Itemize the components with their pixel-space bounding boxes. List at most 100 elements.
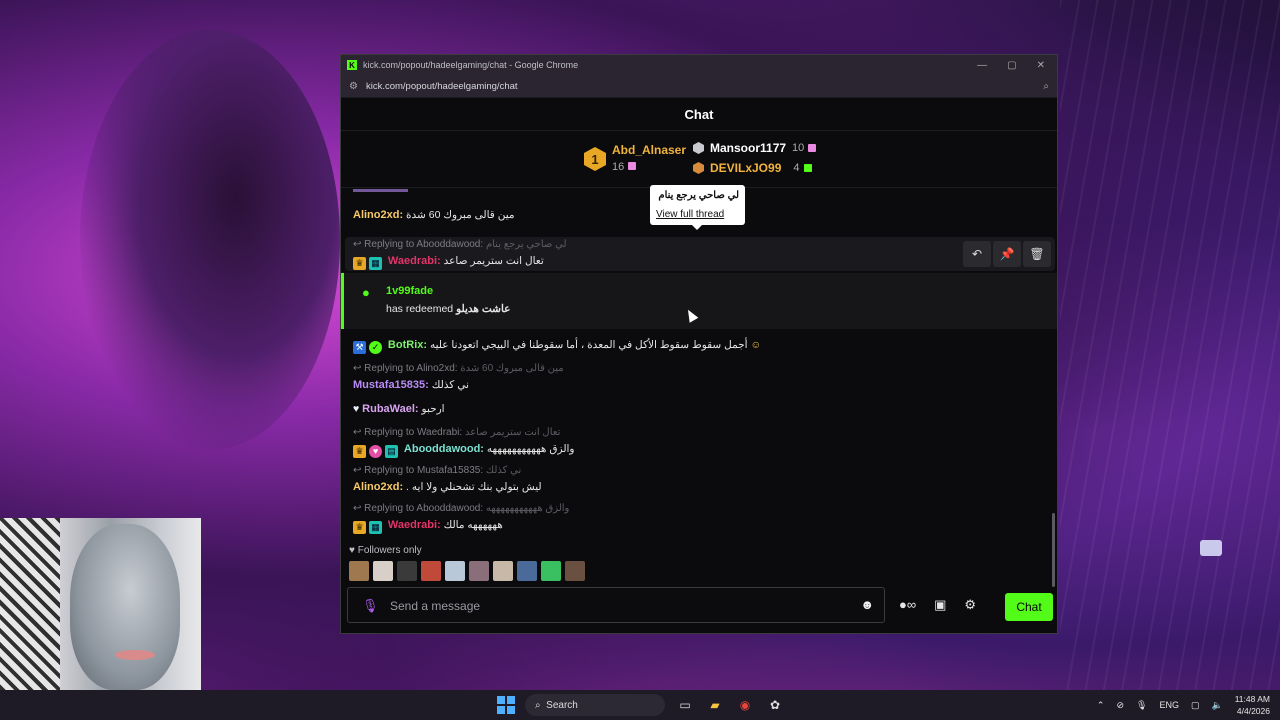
hovered-message-row[interactable]: ↩ Replying to Abooddawood: لي صاحي يرجع …: [345, 237, 1055, 271]
app-icon[interactable]: ✿: [765, 695, 785, 715]
url-text[interactable]: kick.com/popout/hadeelgaming/chat: [366, 81, 518, 92]
leaderboard-third[interactable]: DEVILxJO99 4: [693, 161, 812, 175]
viewer-avatars: [349, 561, 585, 581]
chat-message[interactable]: Alino2xd: مين قالى مبروك 60 شدة: [353, 209, 515, 221]
window-title: kick.com/popout/hadeelgaming/chat - Goog…: [363, 60, 579, 70]
gift-badge-icon: ▤: [385, 445, 398, 458]
view-full-thread-link[interactable]: View full thread: [656, 209, 724, 220]
avatar[interactable]: [541, 561, 561, 581]
chat-scrollbar[interactable]: [1052, 513, 1055, 587]
username[interactable]: Abooddawood:: [404, 443, 484, 455]
message-text: ارحبو: [421, 403, 445, 415]
redeem-message: ● 1v99fade has redeemed عاشت هديلو: [341, 273, 1057, 329]
pin-icon[interactable]: 📌: [993, 241, 1021, 267]
reply-context[interactable]: ↩ Replying to Mustafa15835: ني كذلك: [353, 465, 521, 476]
avatar[interactable]: [469, 561, 489, 581]
heart-badge-icon: ♥: [353, 403, 360, 415]
emoji: ☺: [750, 339, 762, 351]
gift-icon[interactable]: ▣: [934, 597, 946, 613]
reply-text: تعال انت ستريمر صاعد: [464, 427, 561, 438]
taskbar-search[interactable]: ⌕ Search: [525, 694, 665, 716]
avatar[interactable]: [373, 561, 393, 581]
microphone-icon[interactable]: 🎙: [1136, 700, 1147, 711]
avatar[interactable]: [397, 561, 417, 581]
file-explorer-icon[interactable]: ▰: [705, 695, 725, 715]
chrome-icon[interactable]: ◉: [735, 695, 755, 715]
reply-text: ني كذلك: [485, 465, 522, 476]
leaderboard-first[interactable]: 1 Abd_Alnaser 16: [584, 143, 686, 175]
task-view-icon[interactable]: ▭: [675, 695, 695, 715]
background-rain: [1060, 0, 1280, 690]
delete-icon[interactable]: 🗑: [1023, 241, 1051, 267]
chat-message[interactable]: Mustafa15835: ني كذلك: [353, 379, 469, 391]
verified-badge-icon: ✓: [369, 341, 382, 354]
leaderboard-second-name: Mansoor1177: [710, 141, 787, 155]
display-icon[interactable]: ▢: [1191, 700, 1200, 711]
gift-icon: [808, 144, 817, 152]
reply-context[interactable]: ↩ Replying to Alino2xd: مين قالى مبروك 6…: [353, 363, 564, 374]
username[interactable]: Alino2xd:: [353, 481, 403, 493]
clock-time: 11:48 AM: [1234, 694, 1270, 704]
clock[interactable]: 11:48 AM 4/4/2026: [1235, 693, 1270, 717]
username[interactable]: Waedrabi:: [388, 255, 441, 267]
avatar[interactable]: [517, 561, 537, 581]
avatar[interactable]: [445, 561, 465, 581]
message-text: والزق هههههههههههه: [486, 443, 575, 455]
language-indicator[interactable]: ENG: [1159, 700, 1179, 710]
message-text: . ليش بتولي بنك تشحنلي ولا ايه: [406, 481, 542, 493]
message-text: ههههههه مالك: [443, 519, 503, 531]
username[interactable]: Mustafa15835:: [353, 379, 429, 391]
reply-text: والزق هههههههههههه: [485, 503, 570, 514]
subscriber-badge-icon: ▦: [369, 521, 382, 534]
redeem-username[interactable]: 1v99fade: [386, 285, 433, 297]
chevron-up-icon[interactable]: ⌃: [1097, 700, 1105, 711]
leaderboard-second[interactable]: Mansoor1177 10: [693, 141, 817, 155]
crown-badge-icon: ♛: [353, 445, 366, 458]
reply-icon[interactable]: ↶: [963, 241, 991, 267]
message-text: أجمل سقوط سقوط الأكل في المعدة ، أما سقو…: [429, 339, 748, 351]
silver-medal-icon: [693, 142, 704, 154]
minimize-icon[interactable]: —: [977, 60, 987, 71]
username[interactable]: RubaWael:: [362, 403, 418, 415]
reply-label: Replying to Alino2xd:: [364, 363, 458, 374]
channel-points-icon[interactable]: ●∞: [899, 597, 916, 613]
reply-label: Replying to Mustafa15835:: [364, 465, 484, 476]
maximize-icon[interactable]: ▢: [1007, 60, 1016, 71]
microphone-icon[interactable]: 🎙: [362, 598, 379, 614]
send-chat-button[interactable]: Chat: [1005, 593, 1053, 621]
reply-context[interactable]: ↩ Replying to Waedrabi: تعال انت ستريمر …: [353, 427, 560, 438]
reply-context[interactable]: ↩ Replying to Abooddawood: والزق ههههههه…: [353, 503, 569, 514]
close-icon[interactable]: ✕: [1037, 60, 1045, 71]
kick-logo-icon: K: [347, 60, 357, 70]
avatar[interactable]: [493, 561, 513, 581]
leaderboard-first-count: 16: [612, 161, 625, 173]
avatar[interactable]: [421, 561, 441, 581]
chat-message[interactable]: ♛ ▦ Waedrabi: ههههههه مالك: [353, 519, 503, 534]
address-bar[interactable]: ⚙ kick.com/popout/hadeelgaming/chat ⌕: [341, 75, 1057, 98]
chat-message[interactable]: ♛ ▦ Waedrabi: تعال انت ستريمر صاعد: [353, 255, 544, 270]
chat-messages[interactable]: ▬▬▬▬▬ Alino2xd: مين قالى مبروك 60 شدة ↩ …: [341, 189, 1057, 549]
volume-icon[interactable]: 🔈: [1211, 700, 1222, 711]
start-icon[interactable]: [497, 696, 515, 714]
redeem-reward: عاشت هديلو: [456, 303, 511, 315]
chat-message[interactable]: Alino2xd: . ليش بتولي بنك تشحنلي ولا ايه: [353, 481, 542, 493]
message-input[interactable]: [388, 596, 832, 616]
chat-message[interactable]: ⚒ ✓ BotRix: أجمل سقوط سقوط الأكل في المعد…: [353, 339, 761, 354]
zoom-icon[interactable]: ⌕: [1043, 81, 1049, 92]
settings-icon[interactable]: ⚙: [964, 597, 976, 613]
reply-context[interactable]: ↩ Replying to Abooddawood: لي صاحي يرجع …: [353, 239, 567, 250]
site-info-icon[interactable]: ⚙: [349, 81, 358, 92]
username[interactable]: BotRix:: [388, 339, 427, 351]
chat-message[interactable]: ♥ RubaWael: ارحبو: [353, 403, 445, 415]
crown-badge-icon: ♛: [353, 257, 366, 270]
chat-message[interactable]: ♛ ♥ ▤ Abooddawood: والزق هههههههههههه: [353, 443, 575, 458]
chat-header: Chat: [341, 98, 1057, 131]
avatar[interactable]: [565, 561, 585, 581]
username[interactable]: Alino2xd:: [353, 209, 403, 221]
subscriber-badge-icon: ▦: [369, 257, 382, 270]
thread-tooltip: لي صاحي يرجع ينام View full thread: [650, 185, 745, 230]
emoji-icon[interactable]: ☻: [860, 597, 874, 612]
network-icon[interactable]: ⊘: [1116, 700, 1124, 711]
username[interactable]: Waedrabi:: [388, 519, 441, 531]
avatar[interactable]: [349, 561, 369, 581]
